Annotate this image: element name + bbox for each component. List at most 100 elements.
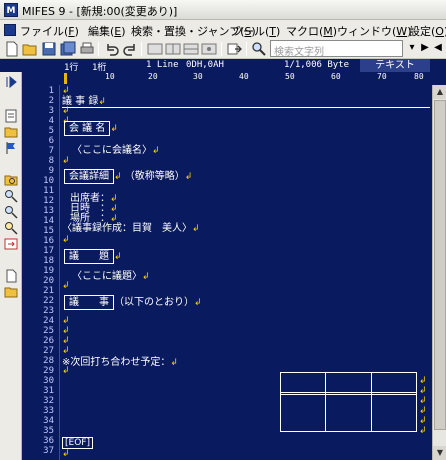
text-editor[interactable]: 1 2 3 4 5 6 7 8 9 10 11 12 13 14 15 16 1… xyxy=(22,85,446,460)
file-list-icon[interactable] xyxy=(4,109,18,123)
scroll-down-icon[interactable]: ▼ xyxy=(433,446,446,460)
search-folder-icon[interactable] xyxy=(4,173,18,187)
minutes-author: 〈議事録作成：目賀 美人〉↲ xyxy=(62,223,200,234)
line-number-gutter: 1 2 3 4 5 6 7 8 9 10 11 12 13 14 15 16 1… xyxy=(22,85,60,460)
table-row-divider xyxy=(280,394,417,395)
jump-icon[interactable] xyxy=(227,41,243,57)
document-icon[interactable] xyxy=(4,24,16,36)
search-prev-icon[interactable]: ◀ xyxy=(431,41,445,55)
line-number: 17 xyxy=(43,246,54,256)
menu-window[interactable]: ウィンドウ(W) xyxy=(337,23,411,39)
line-number: 35 xyxy=(43,426,54,436)
line-number: 2 xyxy=(48,96,54,106)
search-icon[interactable] xyxy=(251,41,267,57)
document-page-icon[interactable] xyxy=(4,269,18,283)
menu-file[interactable]: ファイル(F) xyxy=(20,23,79,39)
table-row-divider xyxy=(280,392,417,393)
undo-icon[interactable] xyxy=(104,41,120,57)
scrollbar-thumb[interactable] xyxy=(434,100,446,430)
status-mode[interactable]: テキスト xyxy=(360,59,430,72)
side-panel xyxy=(0,72,22,460)
compare-icon[interactable] xyxy=(4,237,18,251)
ruler-mark: 60 xyxy=(331,72,341,81)
line-number: 26 xyxy=(43,336,54,346)
open-folder-icon[interactable] xyxy=(22,41,38,57)
folder-icon[interactable] xyxy=(4,125,18,139)
schedule-table xyxy=(280,372,417,432)
window-title: MIFES 9 - [新規:00(変更あり)] xyxy=(22,5,178,18)
line-number: 34 xyxy=(43,416,54,426)
section-meeting-detail: 会議詳細 ↲ （敬称等略）↲ xyxy=(64,169,192,184)
newline-mark: ↲ xyxy=(62,449,70,459)
save-icon[interactable] xyxy=(41,41,57,57)
line-number: 3 xyxy=(48,106,54,116)
status-size: 1/1,006 Byte xyxy=(284,60,350,70)
search-dropdown-icon[interactable]: ▾ xyxy=(405,41,419,55)
app-logo-icon: M xyxy=(4,3,18,17)
line-number: 16 xyxy=(43,236,54,246)
status-line-count: 1 Line xyxy=(146,60,179,70)
vertical-scrollbar[interactable]: ▲ ▼ xyxy=(432,85,446,460)
line-number: 24 xyxy=(43,316,54,326)
newline-mark: ↲ xyxy=(62,346,70,356)
section-topic: 議 題 ↲ xyxy=(64,249,122,264)
heading-underline xyxy=(62,107,430,108)
status-char-code: 0DH,0AH xyxy=(186,60,224,70)
newline-mark: ↲ xyxy=(419,426,427,436)
line-number: 7 xyxy=(48,146,54,156)
line-number: 5 xyxy=(48,126,54,136)
search-next-icon[interactable]: ▶ xyxy=(418,41,432,55)
line-number: 20 xyxy=(43,276,54,286)
redo-icon[interactable] xyxy=(122,41,138,57)
ruler-mark: 10 xyxy=(105,72,115,81)
flag-icon[interactable] xyxy=(4,141,18,155)
line-number: 36 xyxy=(43,436,54,446)
toolbar: 検索文字列 ▾ ▶ ◀ xyxy=(0,39,446,59)
ruler-mark: 80 xyxy=(414,72,424,81)
ruler-mark: 40 xyxy=(239,72,249,81)
zoom-icon[interactable] xyxy=(4,221,18,235)
newline-mark: ↲ xyxy=(62,366,70,376)
newline-mark: ↲ xyxy=(62,156,70,166)
line-number: 23 xyxy=(43,306,54,316)
menu-settings[interactable]: 設定(O) xyxy=(409,23,446,39)
layout-3-icon[interactable] xyxy=(183,41,199,57)
menu-tools[interactable]: ツール(T) xyxy=(232,23,280,39)
column-ruler: 10 20 30 40 50 60 70 80 xyxy=(0,72,446,85)
section-meeting-name: 会 議 名 ↲ xyxy=(64,121,118,136)
line-number: 19 xyxy=(43,266,54,276)
newline-mark: ↲ xyxy=(62,281,70,291)
line-number: 4 xyxy=(48,116,54,126)
line-number: 29 xyxy=(43,366,54,376)
print-icon[interactable] xyxy=(79,41,95,57)
toolbar-separator xyxy=(221,42,222,56)
ruler-mark: 20 xyxy=(148,72,158,81)
line-number: 14 xyxy=(43,216,54,226)
menu-macro[interactable]: マクロ(M) xyxy=(286,23,337,39)
line-number: 21 xyxy=(43,286,54,296)
layout-4-icon[interactable] xyxy=(201,41,217,57)
panel-toggle-icon[interactable] xyxy=(4,75,18,89)
new-file-icon[interactable] xyxy=(4,41,20,57)
line-number: 18 xyxy=(43,256,54,266)
table-column-divider xyxy=(371,372,372,432)
grep-icon[interactable] xyxy=(4,189,18,203)
open-folder-side-icon[interactable] xyxy=(4,285,18,299)
status-bar: 1行 1桁 1 Line 0DH,0AH 1/1,006 Byte テキスト xyxy=(0,59,446,73)
search-input[interactable]: 検索文字列 xyxy=(270,40,403,58)
toolbar-separator xyxy=(98,42,99,56)
topic-placeholder: 〈ここに議題〉↲ xyxy=(72,271,150,282)
layout-2-icon[interactable] xyxy=(165,41,181,57)
line-number: 31 xyxy=(43,386,54,396)
line-number: 13 xyxy=(43,206,54,216)
layout-1-icon[interactable] xyxy=(147,41,163,57)
next-meeting-line: ※次回打ち合わせ予定：↲ xyxy=(62,357,178,368)
line-number: 32 xyxy=(43,396,54,406)
line-number: 8 xyxy=(48,156,54,166)
title-bar: M MIFES 9 - [新規:00(変更あり)] xyxy=(0,0,446,20)
menu-edit[interactable]: 編集(E) xyxy=(88,23,126,39)
scroll-up-icon[interactable]: ▲ xyxy=(433,85,446,99)
save-all-icon[interactable] xyxy=(60,41,76,57)
search-results-icon[interactable] xyxy=(4,205,18,219)
line-number: 15 xyxy=(43,226,54,236)
